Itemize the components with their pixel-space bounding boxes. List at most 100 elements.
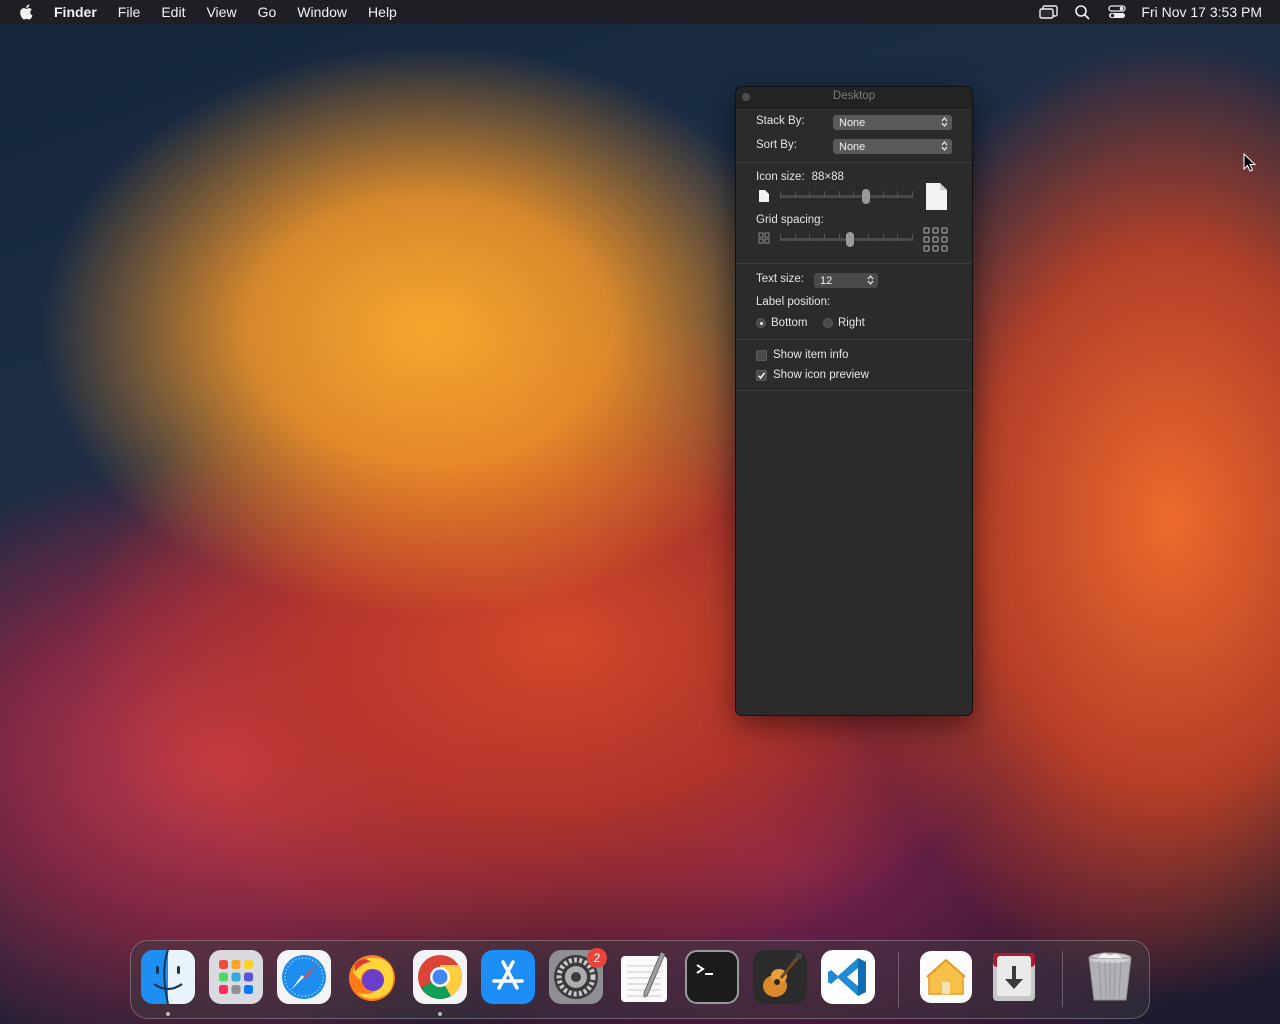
app-store-icon[interactable] (481, 950, 535, 1004)
label-position-bottom-option[interactable]: Bottom (756, 317, 807, 329)
small-grid-icon (758, 232, 770, 244)
stack-by-label: Stack By: (756, 115, 805, 127)
sort-by-row: Sort By: (756, 139, 797, 151)
popup-arrows-icon (941, 117, 948, 127)
menu-help[interactable]: Help (368, 0, 397, 24)
label-position-right-option[interactable]: Right (823, 317, 865, 329)
sort-by-value: None (839, 140, 866, 153)
separator (736, 339, 972, 340)
radio-right[interactable] (823, 318, 833, 328)
chrome-icon[interactable] (413, 950, 467, 1004)
control-center-icon[interactable] (1107, 4, 1127, 20)
show-item-info-checkbox[interactable] (756, 349, 767, 361)
menu-go[interactable]: Go (258, 0, 277, 24)
menu-window[interactable]: Window (297, 0, 347, 24)
safari-icon[interactable] (277, 950, 331, 1004)
grid-spacing-label: Grid spacing: (756, 214, 824, 226)
radio-bottom[interactable] (756, 318, 766, 328)
panel-title-bar[interactable]: Desktop (736, 87, 972, 108)
icon-size-value: 88×88 (811, 171, 844, 183)
sort-by-popup[interactable]: None (833, 139, 952, 154)
radio-bottom-label: Bottom (771, 317, 808, 329)
large-document-icon (926, 183, 947, 210)
text-size-value: 12 (820, 274, 833, 287)
grid-spacing-slider-tick (780, 234, 781, 241)
icon-size-slider-tick (780, 191, 781, 198)
home-icon[interactable] (919, 950, 973, 1004)
menu-view[interactable]: View (206, 0, 236, 24)
launchpad-icon[interactable] (209, 950, 263, 1004)
stack-by-popup[interactable]: None (833, 115, 952, 130)
icon-size-slider-track[interactable] (780, 195, 912, 198)
downloads-icon[interactable] (987, 950, 1041, 1004)
trash-icon[interactable] (1083, 950, 1137, 1004)
desktop-wallpaper (0, 0, 1280, 1024)
dock-divider (898, 951, 899, 1007)
sort-by-label: Sort By: (756, 139, 797, 151)
icon-size-slider-tick (795, 191, 796, 198)
icon-size-slider-tick (809, 191, 810, 198)
show-item-info-option[interactable]: Show item info (756, 349, 848, 361)
textedit-icon[interactable] (617, 950, 671, 1004)
menu-bar-clock[interactable]: Fri Nov 17 3:53 PM (1141, 4, 1262, 20)
apple-icon[interactable] (18, 3, 36, 21)
grid-spacing-slider-knob[interactable] (845, 232, 854, 247)
garageband-icon[interactable] (753, 950, 807, 1004)
label-position-row: Label position: (756, 296, 830, 308)
menu-file[interactable]: File (118, 0, 141, 24)
popup-arrows-icon (867, 275, 874, 285)
icon-size-slider-tick (912, 191, 913, 198)
stack-by-row: Stack By: (756, 115, 805, 127)
panel-title: Desktop (832, 90, 876, 102)
icon-size-slider-tick (853, 191, 854, 198)
icon-size-row: Icon size: 88×88 (756, 171, 844, 183)
vscode-icon[interactable] (821, 950, 875, 1004)
show-icon-preview-option[interactable]: Show icon preview (756, 369, 869, 381)
terminal-icon[interactable] (685, 950, 739, 1004)
text-size-popup[interactable]: 12 (814, 273, 878, 288)
grid-spacing-slider-tick (795, 234, 796, 241)
finder-icon[interactable] (141, 949, 195, 1005)
label-position-label: Label position: (756, 296, 831, 308)
checkmark-icon (757, 371, 766, 379)
menu-app-finder[interactable]: Finder (54, 0, 97, 24)
show-item-info-label: Show item info (773, 349, 849, 361)
icon-size-slider-tick (839, 191, 840, 198)
grid-spacing-slider-tick (868, 234, 869, 241)
spotlight-search-icon[interactable] (1073, 4, 1093, 20)
icon-size-label: Icon size: (756, 171, 805, 183)
text-size-row: Text size: (756, 273, 804, 285)
menu-edit[interactable]: Edit (161, 0, 185, 24)
screen-mirroring-icon[interactable] (1039, 4, 1059, 20)
grid-spacing-slider-tick (809, 234, 810, 241)
finder-running-indicator (166, 1012, 170, 1016)
icon-size-slider-tick (883, 191, 884, 198)
grid-spacing-slider-tick (839, 234, 840, 241)
firefox-icon[interactable] (345, 950, 399, 1004)
icon-size-slider-knob[interactable] (861, 189, 870, 204)
large-grid-icon (923, 227, 948, 252)
desktop-view-options-panel: Desktop Stack By: None Sort By: None Ico… (735, 86, 973, 716)
popup-arrows-icon (941, 141, 948, 151)
grid-spacing-slider-tick (824, 234, 825, 241)
separator (736, 263, 972, 264)
small-document-icon (759, 190, 769, 202)
grid-spacing-slider-tick (912, 234, 913, 241)
grid-spacing-slider-tick (897, 234, 898, 241)
radio-right-label: Right (838, 317, 865, 329)
icon-size-slider-tick (824, 191, 825, 198)
show-icon-preview-checkbox[interactable] (756, 369, 767, 381)
menu-bar: Finder File Edit View Go Window Help Fri… (0, 0, 1280, 24)
chrome-running-indicator (438, 1012, 442, 1016)
show-icon-preview-label: Show icon preview (773, 369, 869, 381)
icon-size-slider-tick (897, 191, 898, 198)
mouse-pointer-icon (1243, 153, 1257, 172)
stack-by-value: None (839, 116, 866, 129)
text-size-label: Text size: (756, 273, 804, 285)
separator (736, 162, 972, 163)
separator (736, 390, 972, 391)
notification-badge: 2 (587, 948, 607, 968)
grid-spacing-row: Grid spacing: (756, 214, 824, 226)
dock-divider (1062, 951, 1063, 1007)
dock: 2 (130, 940, 1150, 1019)
